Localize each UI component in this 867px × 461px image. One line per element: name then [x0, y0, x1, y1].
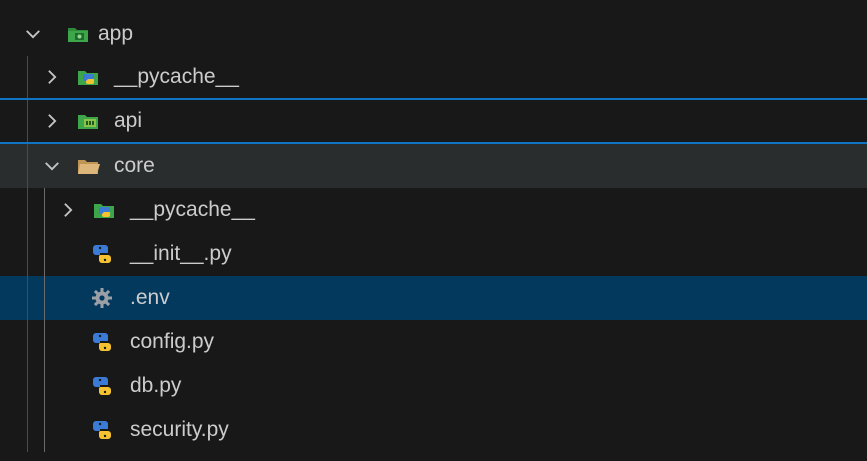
- tree-item-env[interactable]: .env: [0, 276, 867, 320]
- indent-guide: [44, 408, 45, 452]
- indent-guide: [27, 320, 28, 364]
- indent-guide: [27, 188, 28, 232]
- tree-item-label: security.py: [130, 418, 229, 441]
- python-folder-icon: [76, 65, 100, 89]
- tree-item-security-py[interactable]: security.py: [0, 408, 867, 452]
- python-file-icon: [90, 374, 114, 398]
- tree-item-label: __init__.py: [130, 242, 232, 265]
- chevron-right-icon[interactable]: [41, 110, 63, 132]
- indent-guide: [27, 100, 28, 142]
- tree-item-label: app: [98, 22, 134, 45]
- indent-guide: [44, 276, 45, 320]
- tree-item-init-py[interactable]: __init__.py: [0, 232, 867, 276]
- chevron-down-icon[interactable]: [41, 155, 63, 177]
- explorer-top-strip: [0, 0, 867, 12]
- tree-item-core[interactable]: core: [0, 144, 867, 188]
- tree-item-app[interactable]: app: [0, 12, 867, 56]
- indent-guide: [44, 364, 45, 408]
- tree-item-db-py[interactable]: db.py: [0, 364, 867, 408]
- folder-open-icon: [76, 154, 100, 178]
- app-folder-icon: [66, 22, 90, 46]
- file-explorer: app __pycache__ api core __pycache__ __i…: [0, 0, 867, 461]
- indent-guide: [44, 232, 45, 276]
- tree-item-pycache[interactable]: __pycache__: [0, 56, 867, 100]
- explorer-tree: app __pycache__ api core __pycache__ __i…: [0, 12, 867, 452]
- indent-guide: [27, 276, 28, 320]
- chevron-right-icon[interactable]: [57, 199, 79, 221]
- tree-item-core-pycache[interactable]: __pycache__: [0, 188, 867, 232]
- indent-guide: [27, 408, 28, 452]
- tree-item-config-py[interactable]: config.py: [0, 320, 867, 364]
- indent-guide: [44, 188, 45, 232]
- tree-item-label: api: [114, 109, 143, 132]
- tree-item-label: db.py: [130, 374, 182, 397]
- indent-guide: [27, 144, 28, 188]
- python-folder-icon: [92, 198, 116, 222]
- python-file-icon: [90, 242, 114, 266]
- tree-item-label: core: [114, 154, 155, 177]
- python-file-icon: [90, 418, 114, 442]
- api-folder-icon: [76, 109, 100, 133]
- tree-item-label: __pycache__: [114, 65, 239, 88]
- tree-item-label: .env: [130, 286, 170, 309]
- tree-item-api[interactable]: api: [0, 100, 867, 144]
- indent-guide: [27, 364, 28, 408]
- tree-item-label: config.py: [130, 330, 215, 353]
- chevron-right-icon[interactable]: [41, 66, 63, 88]
- chevron-down-icon[interactable]: [22, 23, 44, 45]
- tree-item-label: __pycache__: [130, 198, 255, 221]
- indent-guide: [27, 56, 28, 98]
- indent-guide: [44, 320, 45, 364]
- indent-guide: [27, 232, 28, 276]
- gear-icon: [90, 286, 114, 310]
- python-file-icon: [90, 330, 114, 354]
